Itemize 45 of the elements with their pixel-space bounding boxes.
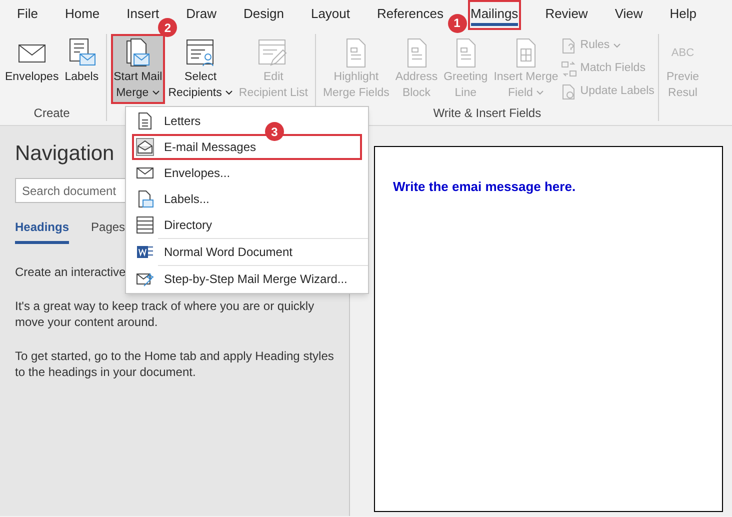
pane-tab[interactable]: Pages (91, 218, 126, 244)
menu-item[interactable]: Step-by-Step Mail Merge Wizard... (132, 266, 362, 292)
group-label: Write & Insert Fields (433, 106, 542, 120)
ribbon-tab[interactable]: File (14, 0, 41, 30)
ribbon-tab[interactable]: Draw (183, 0, 220, 30)
directory-icon (136, 216, 154, 234)
ribbon-tab[interactable]: References (374, 0, 446, 30)
ribbon-tab[interactable]: Layout (308, 0, 354, 30)
step-badge: 1 (448, 14, 466, 33)
pane-title: Navigation (15, 141, 114, 167)
document-icon (136, 112, 154, 130)
ribbon-button[interactable]: Select Recipients (165, 34, 236, 104)
ribbon-tab[interactable]: View (612, 0, 646, 30)
ribbon-tab[interactable]: Home (62, 0, 103, 30)
menu-item[interactable]: Envelopes... (132, 160, 362, 186)
ribbon-button[interactable]: Start Mail Merge (110, 34, 166, 104)
match-fields-icon (561, 61, 578, 77)
ribbon-tab[interactable]: Mailings (468, 0, 522, 30)
rules-icon (561, 38, 578, 54)
menu-item[interactable]: Normal Word Document (132, 239, 362, 265)
preview-results-icon: ABC (671, 37, 694, 69)
ribbon-tab[interactable]: Design (240, 0, 287, 30)
menu-item[interactable]: Labels... (132, 186, 362, 212)
group-label: Create (34, 106, 70, 120)
ribbon-tab[interactable]: Review (542, 0, 591, 30)
caret-icon (612, 43, 621, 49)
caret-icon (536, 90, 544, 96)
caret-icon (224, 90, 233, 96)
update-labels-icon (561, 84, 578, 100)
labels-icon (136, 190, 154, 208)
caret-icon (152, 90, 160, 96)
help-text: It's a great way to keep track of where you are or quickly move your content around. (15, 298, 316, 330)
ribbon-tab[interactable]: Help (666, 0, 700, 30)
menu-item[interactable]: Directory (132, 212, 362, 238)
pane-tab[interactable]: Headings (15, 218, 70, 244)
step-badge: 2 (158, 18, 178, 37)
help-text: Create an interactive (15, 264, 126, 280)
ribbon-button[interactable]: Labels (62, 34, 102, 104)
word-document-icon (136, 243, 154, 261)
document-text: Write the emai message here. (393, 179, 576, 194)
ribbon-button[interactable]: Envelopes (2, 34, 62, 104)
step-badge: 3 (265, 122, 284, 141)
help-text: To get started, go to the Home tab and apply Heading styles to the headings in your document. (15, 348, 335, 380)
open-envelope-icon (136, 138, 154, 156)
list-pencil-icon (257, 37, 290, 69)
